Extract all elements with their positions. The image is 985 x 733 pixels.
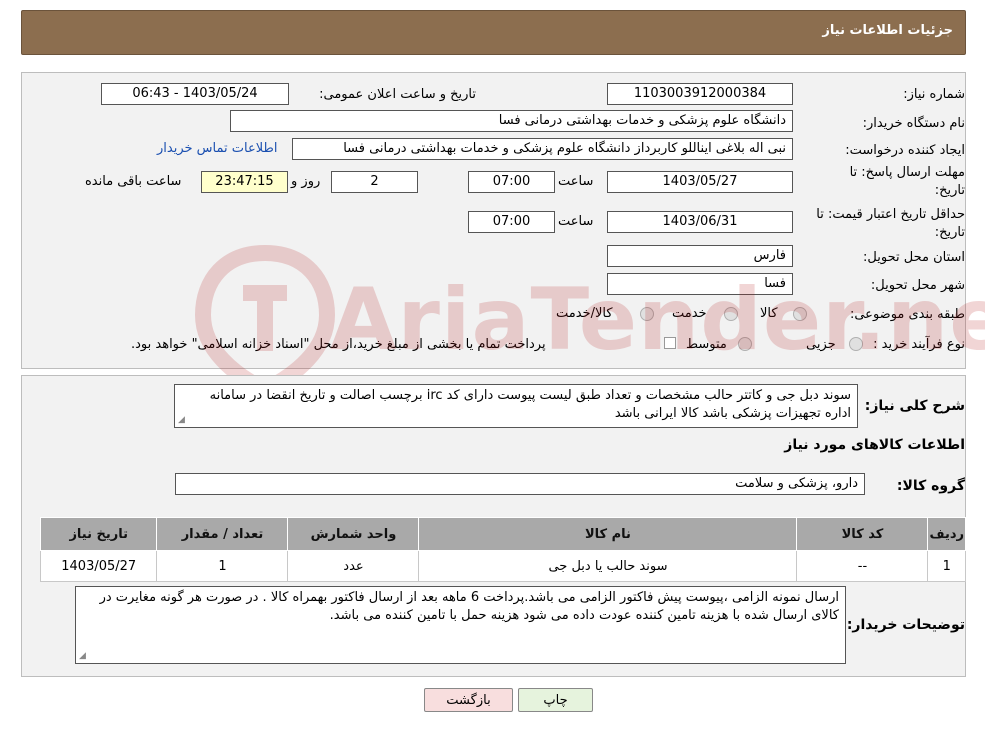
col-name: نام کالا [418,517,798,551]
cell-qty: 1 [156,550,289,582]
back-button[interactable]: بازگشت [424,688,513,712]
need-number-label: شماره نیاز: [903,87,965,102]
col-unit: واحد شمارش [287,517,420,551]
category-goods-label: کالا [760,306,778,321]
reply-deadline-date: 1403/05/27 [607,171,793,193]
reply-deadline-label: مهلت ارسال پاسخ: تا [849,165,965,180]
buyer-org-label: نام دستگاه خریدار: [862,116,965,131]
purchase-minor-radio[interactable] [849,337,863,351]
province-label: استان محل تحویل: [863,250,965,265]
resize-grip-icon: ◢ [178,415,185,425]
requester-label: ایجاد کننده درخواست: [845,143,965,158]
remaining-time: 23:47:15 [201,171,288,193]
category-both-radio[interactable] [640,307,654,321]
treasury-note: پرداخت تمام یا بخشی از مبلغ خرید،از محل … [131,337,546,352]
days-label: روز و [291,174,321,189]
description-text: سوند دبل جی و کاتتر حالب مشخصات و تعداد … [209,388,851,421]
cell-row: 1 [927,550,966,582]
resize-grip-icon: ◢ [79,651,86,661]
print-button[interactable]: چاپ [518,688,593,712]
buyer-notes-textarea[interactable]: ارسال نمونه الزامی ،پیوست پیش فاکتور الز… [75,586,846,664]
remaining-days: 2 [331,171,418,193]
purchase-minor-label: جزیی [806,337,836,352]
category-label: طبقه بندی موضوعی: [849,307,965,322]
price-validity-date: 1403/06/31 [607,211,793,233]
price-time-label: ساعت [558,214,594,229]
purchase-medium-radio[interactable] [738,337,752,351]
buyer-org-field: دانشگاه علوم پزشکی و خدمات بهداشتی درمان… [230,110,793,132]
col-date: تاریخ نیاز [39,517,158,551]
col-row: ردیف [927,517,966,551]
price-validity-label: حداقل تاریخ اعتبار قیمت: تا [816,207,965,222]
cell-unit: عدد [287,550,420,582]
cell-date: 1403/05/27 [39,550,158,582]
purchase-medium-label: متوسط [686,337,727,352]
buyer-notes-label: توضیحات خریدار: [846,617,965,633]
category-service-radio[interactable] [724,307,738,321]
buyer-contact-link[interactable]: اطلاعات تماس خریدار [157,141,277,156]
remaining-label: ساعت باقی مانده [85,174,182,189]
category-service-label: خدمت [672,306,707,321]
page-header: جزئیات اطلاعات نیاز [21,10,966,55]
description-textarea[interactable]: سوند دبل جی و کاتتر حالب مشخصات و تعداد … [174,384,858,428]
announce-datetime-label: تاریخ و ساعت اعلان عمومی: [319,87,476,102]
price-validity-time: 07:00 [468,211,555,233]
province-field: فارس [607,245,793,267]
items-section-title: اطلاعات کالاهای مورد نیاز [784,437,965,453]
reply-time-label: ساعت [558,174,594,189]
treasury-checkbox[interactable] [664,337,676,349]
category-goods-radio[interactable] [793,307,807,321]
page-title: جزئیات اطلاعات نیاز [822,23,953,38]
announce-datetime-field: 1403/05/24 - 06:43 [101,83,289,105]
col-qty: تعداد / مقدار [156,517,289,551]
purchase-type-label: نوع فرآیند خرید : [873,337,965,352]
items-table: ردیف کد کالا نام کالا واحد شمارش تعداد /… [39,517,966,582]
table-header-row: ردیف کد کالا نام کالا واحد شمارش تعداد /… [39,517,966,551]
table-row: 1 -- سوند حالب یا دبل جی عدد 1 1403/05/2… [39,550,966,582]
city-label: شهر محل تحویل: [870,278,965,293]
category-both-label: کالا/خدمت [556,306,613,321]
cell-name: سوند حالب یا دبل جی [418,550,798,582]
cell-code: -- [796,550,929,582]
need-number-field: 1103003912000384 [607,83,793,105]
buyer-notes-text: ارسال نمونه الزامی ،پیوست پیش فاکتور الز… [99,590,839,623]
goods-group-label: گروه کالا: [896,478,965,494]
description-label: شرح کلی نیاز: [864,398,965,414]
price-validity-label-2: تاریخ: [934,225,965,240]
city-field: فسا [607,273,793,295]
goods-group-field: دارو، پزشکی و سلامت [175,473,865,495]
col-code: کد کالا [796,517,929,551]
reply-deadline-time: 07:00 [468,171,555,193]
requester-field: نبی اله بلاغی ایناللو کاربرداز دانشگاه ع… [292,138,793,160]
reply-deadline-label-2: تاریخ: [934,183,965,198]
